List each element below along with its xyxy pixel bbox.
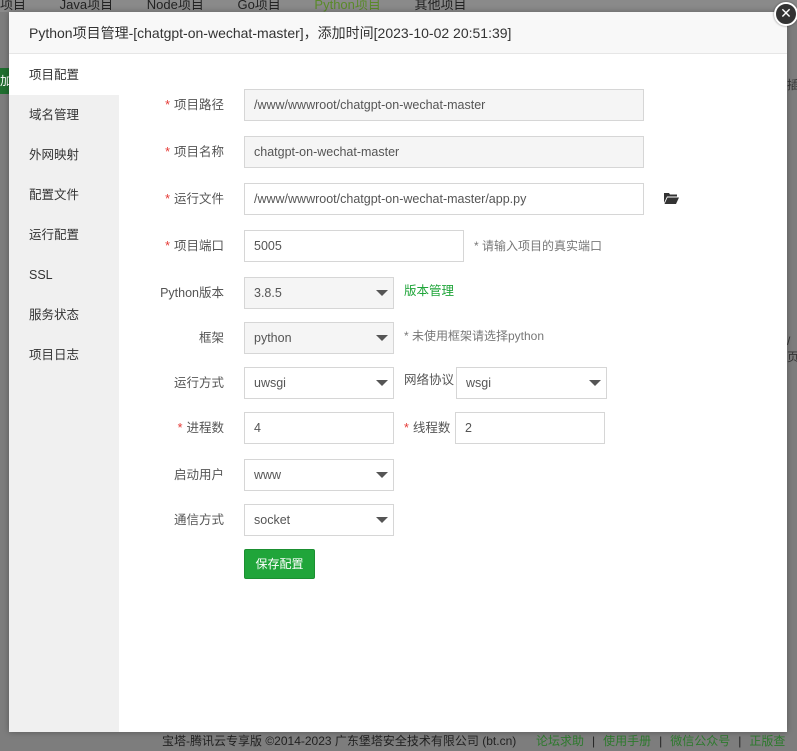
path-label: * 项目路径 [165,98,224,112]
processes-input[interactable]: 4 [244,412,394,444]
chevron-down-icon [376,472,388,478]
user-select[interactable]: www [244,459,394,491]
version-manage-link[interactable]: 版本管理 [404,275,454,307]
bg-tab: Java项目 [59,0,114,12]
chevron-down-icon [376,335,388,341]
sidebar-item-project-log[interactable]: 项目日志 [9,335,119,375]
footer-link-manual[interactable]: 使用手册 [603,734,651,748]
save-config-button[interactable]: 保存配置 [244,549,315,579]
framework-hint: * 未使用框架请选择python [404,329,545,343]
modal-sidebar: 项目配置 域名管理 外网映射 配置文件 运行配置 SSL 服务状态 项目日志 [9,55,119,732]
comm-label: 通信方式 [173,513,224,527]
threads-label: * 线程数 [404,421,451,435]
sidebar-item-run-config[interactable]: 运行配置 [9,215,119,255]
sidebar-item-config-file[interactable]: 配置文件 [9,175,119,215]
form-content: * 项目路径 /www/wwwroot/chatgpt-on-wechat-mas… [119,55,787,732]
chevron-down-icon [376,380,388,386]
footer: 宝塔-腾讯云专享版 ©2014-2023 广东堡塔安全技术有限公司 (bt.cn… [0,731,797,751]
python-version-select[interactable]: 3.8.5 [244,277,394,309]
comm-select[interactable]: socket [244,504,394,536]
run-mode-value: uwsgi [254,376,286,390]
footer-link-forum[interactable]: 论坛求助 [536,734,584,748]
run-mode-select[interactable]: uwsgi [244,367,394,399]
form-row-path: * 项目路径 /www/wwwroot/chatgpt-on-wechat-mas… [119,89,787,121]
form-row-framework: 框架 python * 未使用框架请选择python [119,322,787,354]
bg-tab: 项目 [0,0,27,12]
footer-copyright: 宝塔-腾讯云专享版 ©2014-2023 广东堡塔安全技术有限公司 (bt.cn… [162,734,517,748]
footer-links: 论坛求助 | 使用手册 | 微信公众号 | 正版查 [536,734,786,748]
run-mode-label: 运行方式 [173,376,224,390]
path-input[interactable]: /www/wwwroot/chatgpt-on-wechat-master [244,89,644,121]
user-label: 启动用户 [173,468,224,482]
background-right-text: /页 [787,334,797,364]
close-icon[interactable]: ✕ [774,2,797,26]
form-row-name: * 项目名称 chatgpt-on-wechat-master [119,136,787,168]
comm-value: socket [254,513,291,527]
protocol-select[interactable]: wsgi [456,367,607,399]
form-row-processes: * 进程数 4 * 线程数 2 [119,412,787,444]
framework-select[interactable]: python [244,322,394,354]
port-label: * 项目端口 [165,239,224,253]
threads-input[interactable]: 2 [455,412,605,444]
name-label: * 项目名称 [165,145,224,159]
framework-value: python [254,331,292,345]
form-row-comm: 通信方式 socket [119,504,787,536]
bg-tab: 其他项目 [414,0,467,12]
protocol-value: wsgi [466,376,492,390]
background-tabs: 项目 Java项目 Node项目 Go项目 Python项目 其他项目 [0,0,497,12]
sidebar-item-service-status[interactable]: 服务状态 [9,295,119,335]
run-file-label: * 运行文件 [165,192,224,206]
sidebar-item-ssl[interactable]: SSL [9,255,119,295]
port-hint: * 请输入项目的真实端口 [474,239,603,253]
port-input[interactable]: 5005 [244,230,464,262]
python-version-value: 3.8.5 [254,286,282,300]
sidebar-item-domain[interactable]: 域名管理 [9,95,119,135]
form-row-run-mode: 运行方式 uwsgi 网络协议 wsgi [119,367,787,399]
background-right-text: 插 [787,78,797,92]
framework-label: 框架 [198,331,224,345]
processes-label: * 进程数 [177,421,224,435]
sidebar-item-project-config[interactable]: 项目配置 [9,55,119,95]
project-modal: Python项目管理-[chatgpt-on-wechat-master]，添加… [9,12,787,732]
protocol-label: 网络协议 [404,373,455,387]
form-row-user: 启动用户 www [119,459,787,491]
footer-link-genuine[interactable]: 正版查 [749,734,785,748]
python-version-label: Python版本 [160,286,224,300]
sidebar-item-external-mapping[interactable]: 外网映射 [9,135,119,175]
footer-link-wechat[interactable]: 微信公众号 [670,734,730,748]
form-row-port: * 项目端口 5005 * 请输入项目的真实端口 [119,230,787,262]
chevron-down-icon [589,380,601,386]
background-tabbar: 项目 Java项目 Node项目 Go项目 Python项目 其他项目 [0,0,797,12]
name-input[interactable]: chatgpt-on-wechat-master [244,136,644,168]
form-row-run-file: * 运行文件 /www/wwwroot/chatgpt-on-wechat-mas… [119,183,787,215]
run-file-input[interactable]: /www/wwwroot/chatgpt-on-wechat-master/ap… [244,183,644,215]
bg-tab-active: Python项目 [314,0,381,12]
chevron-down-icon [376,517,388,523]
chevron-down-icon [376,290,388,296]
bg-tab: Go项目 [237,0,281,12]
user-value: www [254,468,282,482]
bg-tab: Node项目 [146,0,204,12]
folder-open-icon[interactable] [664,192,679,204]
form-row-python-version: Python版本 3.8.5 版本管理 [119,277,787,309]
modal-title: Python项目管理-[chatgpt-on-wechat-master]，添加… [9,12,787,54]
